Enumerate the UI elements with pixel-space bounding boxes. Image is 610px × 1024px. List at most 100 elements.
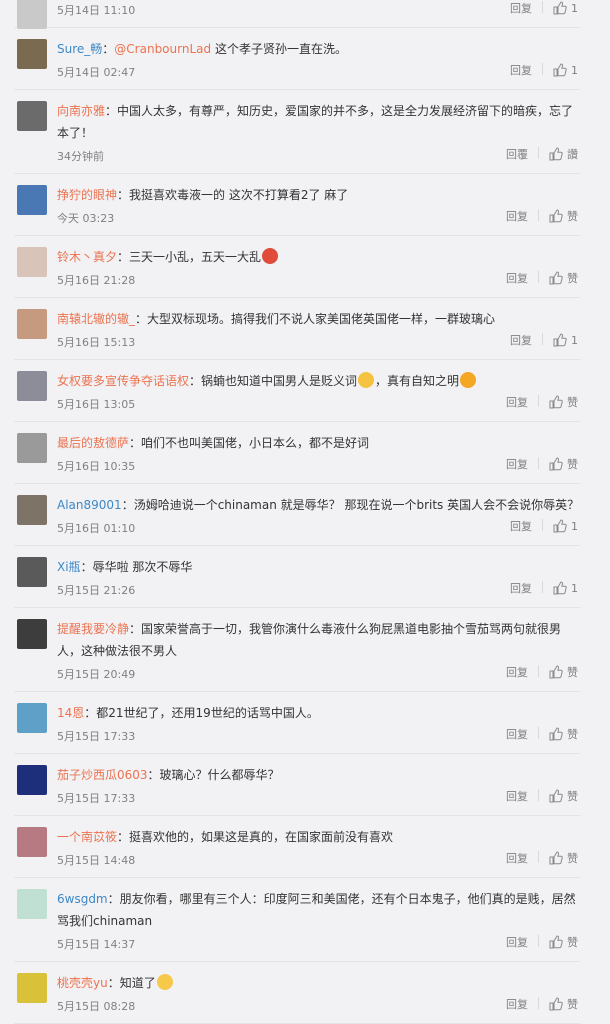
like-button[interactable]: 赞	[549, 933, 578, 956]
like-count: 赞	[567, 458, 578, 471]
reply-button[interactable]: 回复	[510, 517, 532, 537]
comment-time: 34分钟前	[57, 150, 104, 163]
comment-item: 5月14日 11:10 回复 1	[14, 0, 580, 29]
like-button[interactable]: 1	[553, 331, 578, 354]
comment-username[interactable]: 南辕北辙的辙_	[57, 312, 135, 326]
like-button[interactable]: 赞	[549, 207, 578, 230]
reply-button[interactable]: 回复	[506, 787, 528, 807]
reply-button[interactable]: 回复	[506, 393, 528, 413]
thumbs-up-icon	[549, 665, 563, 686]
comment-content: 茄子炒西瓜0603：玻璃心？什么都辱华？	[57, 764, 580, 786]
reply-button[interactable]: 回复	[510, 579, 532, 599]
reply-button[interactable]: 回覆	[506, 145, 528, 165]
reply-button[interactable]: 回复	[506, 995, 528, 1015]
like-button[interactable]: 赞	[549, 663, 578, 686]
comment-username[interactable]: 一个南苡筱	[57, 830, 117, 844]
comment-username[interactable]: 茄子炒西瓜0603	[57, 768, 148, 782]
comment-meta: 5月15日 17:33 回复 赞	[57, 725, 580, 745]
avatar-image	[17, 557, 47, 587]
like-button[interactable]: 赞	[549, 787, 578, 810]
comment-meta: 5月14日 02:47 回复 1	[57, 61, 580, 81]
comment-item: Alan89001：汤姆哈迪说一个chinaman 就是辱华？ 那现在说一个br…	[14, 484, 580, 546]
avatar-image	[17, 973, 47, 1003]
avatar[interactable]	[17, 0, 47, 29]
avatar[interactable]	[17, 827, 47, 857]
comment-username[interactable]: 桃壳壳yu	[57, 976, 108, 990]
comment-text: ：大型双标现场。搞得我们不说人家美国佬英国佬一样，一群玻璃心	[135, 312, 496, 326]
like-button[interactable]: 赞	[549, 849, 578, 872]
comment-username[interactable]: Xi瓶	[57, 560, 81, 574]
comment-username[interactable]: Alan89001	[57, 498, 122, 512]
avatar-image	[17, 371, 47, 401]
comment-username[interactable]: Sure_畅	[57, 42, 102, 56]
like-button[interactable]: 赞	[549, 995, 578, 1018]
avatar[interactable]	[17, 765, 47, 795]
avatar[interactable]	[17, 495, 47, 525]
avatar-image	[17, 703, 47, 733]
comment-username[interactable]: 6wsgdm	[57, 892, 108, 906]
comment-body: 南辕北辙的辙_：大型双标现场。搞得我们不说人家美国佬英国佬一样，一群玻璃心 5月1…	[57, 308, 580, 351]
comment-meta: 5月15日 14:48 回复 赞	[57, 849, 580, 869]
comment-item: 女权要多宣传争夺话语权：锅蝻也知道中国男人是贬义词 ，真有自知之明 5月16日 13…	[14, 360, 580, 422]
reply-button[interactable]: 回复	[506, 933, 528, 953]
like-button[interactable]: 1	[553, 579, 578, 602]
comment-content: 一个南苡筱：挺喜欢他的，如果这是真的，在国家面前没有喜欢	[57, 826, 580, 848]
like-button[interactable]: 赞	[549, 455, 578, 478]
reply-button[interactable]: 回复	[510, 0, 532, 19]
comment-username[interactable]: 最后的敖德萨	[57, 436, 129, 450]
avatar[interactable]	[17, 309, 47, 339]
avatar[interactable]	[17, 371, 47, 401]
reply-button[interactable]: 回复	[506, 663, 528, 683]
comment-username[interactable]: 挣狞的眼神	[57, 188, 117, 202]
like-button[interactable]: 赞	[549, 269, 578, 292]
mention-link[interactable]: @CranbournLad	[114, 42, 211, 56]
emoji-icon	[358, 372, 375, 388]
avatar[interactable]	[17, 247, 47, 277]
avatar[interactable]	[17, 889, 47, 919]
reply-button[interactable]: 回复	[506, 269, 528, 289]
comment-body: 14恩：都21世纪了，还用19世纪的话骂中国人。 5月15日 17:33 回复 赞	[57, 702, 580, 745]
reply-button[interactable]: 回复	[510, 61, 532, 81]
avatar[interactable]	[17, 703, 47, 733]
comment-actions: 回复 1	[510, 579, 578, 599]
thumbs-up-icon	[549, 727, 563, 748]
thumbs-up-icon	[549, 395, 563, 416]
divider	[538, 209, 539, 221]
comment-actions: 回覆 讚	[506, 145, 578, 165]
comment-username[interactable]: 14恩	[57, 706, 84, 720]
avatar[interactable]	[17, 101, 47, 131]
avatar[interactable]	[17, 973, 47, 1003]
avatar[interactable]	[17, 433, 47, 463]
reply-button[interactable]: 回复	[506, 725, 528, 745]
reply-button[interactable]: 回复	[506, 849, 528, 869]
avatar[interactable]	[17, 619, 47, 649]
avatar[interactable]	[17, 185, 47, 215]
like-count: 1	[571, 2, 578, 15]
comment-content: 提醒我要冷静：国家荣誉高于一切，我管你演什么毒液什么狗屁黑道电影抽个雪茄骂两句就…	[57, 618, 580, 662]
reply-button[interactable]: 回复	[506, 455, 528, 475]
like-count: 赞	[567, 936, 578, 949]
divider	[538, 851, 539, 863]
reply-button[interactable]: 回复	[506, 207, 528, 227]
like-button[interactable]: 赞	[549, 725, 578, 748]
thumbs-up-icon	[553, 1, 567, 22]
comment-time: 5月16日 10:35	[57, 460, 136, 473]
comment-username[interactable]: 铃木丶真夕	[57, 250, 117, 264]
comment-username[interactable]: 提醒我要冷静	[57, 622, 129, 636]
comment-body: Alan89001：汤姆哈迪说一个chinaman 就是辱华？ 那现在说一个br…	[57, 494, 580, 537]
emoji-icon	[460, 372, 477, 388]
like-button[interactable]: 1	[553, 517, 578, 540]
avatar-image	[17, 433, 47, 463]
like-button[interactable]: 赞	[549, 393, 578, 416]
like-button[interactable]: 1	[553, 61, 578, 84]
comment-item: 茄子炒西瓜0603：玻璃心？什么都辱华？ 5月15日 17:33 回复 赞	[14, 754, 580, 816]
colon: ：	[102, 42, 115, 56]
comment-username[interactable]: 向南亦雅	[57, 104, 105, 118]
avatar[interactable]	[17, 557, 47, 587]
comment-username[interactable]: 女权要多宣传争夺话语权	[57, 374, 189, 388]
like-button[interactable]: 讚	[549, 145, 578, 168]
reply-button[interactable]: 回复	[510, 331, 532, 351]
avatar[interactable]	[17, 39, 47, 69]
like-button[interactable]: 1	[553, 0, 578, 22]
like-count: 赞	[567, 852, 578, 865]
